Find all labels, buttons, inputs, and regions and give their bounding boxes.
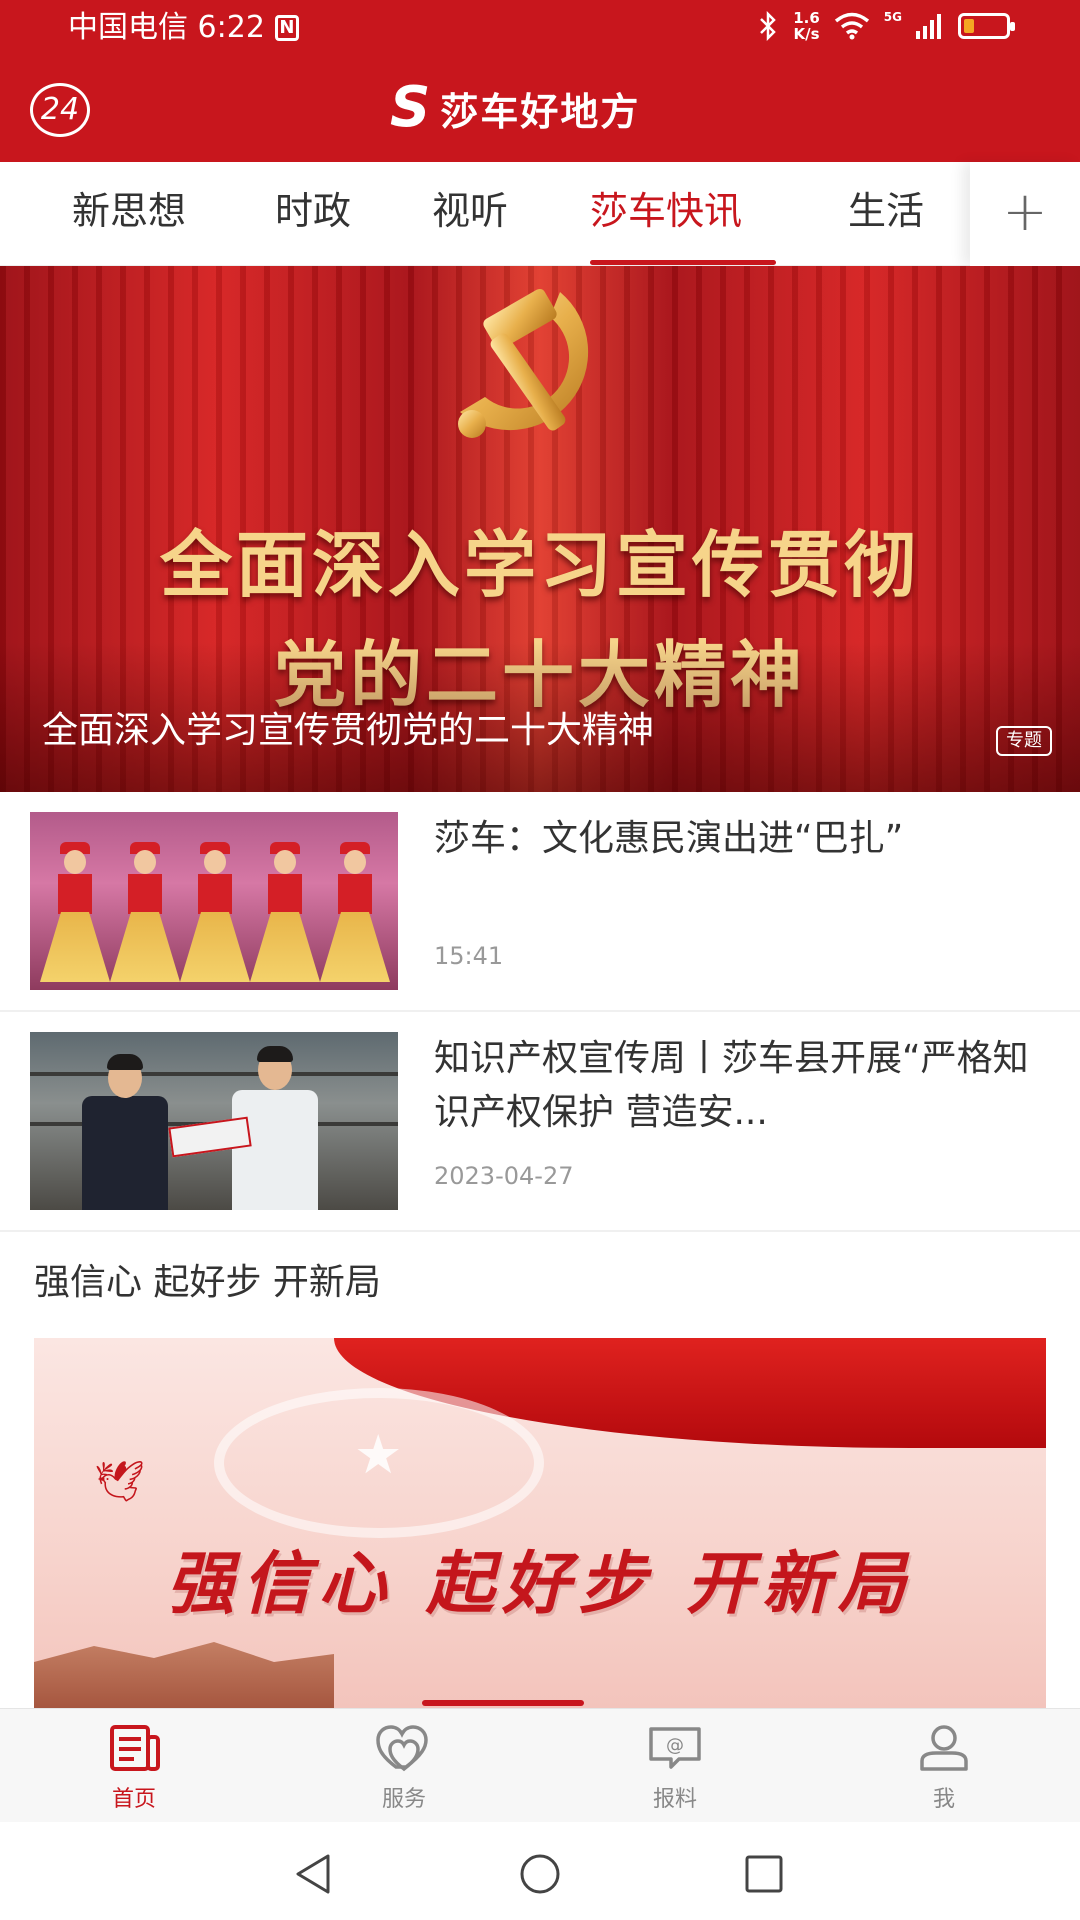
dancer-figure: [250, 840, 320, 990]
network-speed: 1.6 K/s: [793, 10, 820, 42]
status-left: 中国电信 6:22 N: [68, 10, 299, 46]
system-nav-bar: [0, 1822, 1080, 1920]
dancer-figure: [40, 840, 110, 990]
hero-banner[interactable]: 全面深入学习宣传贯彻 党的二十大精神 全面深入学习宣传贯彻党的二十大精神 专题: [0, 266, 1080, 792]
star-icon: ★: [354, 1423, 403, 1486]
network-type: 5G: [883, 10, 902, 24]
shop-visit-image: [30, 1032, 398, 1210]
news-title: 知识产权宣传周丨莎车县开展“严格知识产权保护 营造安...: [434, 1038, 1029, 1133]
nav-report[interactable]: @ 报料: [605, 1723, 745, 1813]
news-icon: [110, 1725, 160, 1771]
section-banner[interactable]: ★ 🕊 强信心 起好步 开新局: [34, 1338, 1046, 1710]
banner-slogan: 强信心 起好步 开新局: [166, 1544, 914, 1624]
svg-text:@: @: [666, 1735, 684, 1756]
news-item[interactable]: 莎车：文化惠民演出进“巴扎” 15:41: [0, 792, 1080, 1012]
section-title[interactable]: 强信心 起好步 开新局: [34, 1258, 381, 1308]
news-title: 莎车：文化惠民演出进“巴扎”: [434, 818, 904, 859]
nav-label: 报料: [652, 1787, 697, 1812]
hero-headline-line1: 全面深入学习宣传贯彻: [159, 522, 920, 607]
app-header: 24 S 莎车好地方: [0, 56, 1080, 162]
status-right: 1.6 K/s 5G: [757, 10, 1015, 42]
add-channel-button[interactable]: +: [970, 162, 1080, 266]
topic-badge: 专题: [996, 726, 1052, 756]
great-wall-image: [34, 1642, 334, 1710]
tab-xinsixiang[interactable]: 新思想: [72, 186, 186, 236]
news-thumbnail: [30, 812, 398, 990]
nav-label: 我: [932, 1787, 955, 1812]
carousel-indicator: [422, 1700, 584, 1706]
24-hour-button[interactable]: 24: [30, 83, 90, 137]
nav-label: 首页: [111, 1787, 156, 1812]
tab-shizheng[interactable]: 时政: [275, 186, 351, 236]
user-icon: [920, 1725, 968, 1771]
signal-icon: [916, 14, 941, 39]
wifi-icon: [834, 12, 869, 40]
dancer-figure: [180, 840, 250, 990]
battery-icon: [958, 13, 1015, 39]
channel-tab-bar: 新思想 时政 视听 莎车快讯 生活 +: [0, 162, 1080, 266]
app-title: 莎车好地方: [440, 89, 641, 134]
nav-me[interactable]: 我: [874, 1723, 1014, 1813]
status-bar: 中国电信 6:22 N 1.6 K/s 5G: [0, 0, 1080, 56]
nfc-icon: N: [274, 15, 299, 41]
news-time: 15:41: [434, 942, 504, 970]
speed-unit: K/s: [793, 25, 820, 43]
nav-service[interactable]: 服务: [334, 1723, 474, 1813]
home-circle-icon[interactable]: [518, 1852, 562, 1896]
tab-shenghuo[interactable]: 生活: [848, 186, 924, 236]
bottom-nav: 首页 服务 @ 报料 我: [0, 1708, 1080, 1822]
news-thumbnail: [30, 1032, 398, 1210]
news-item[interactable]: 知识产权宣传周丨莎车县开展“严格知识产权保护 营造安... 2023-04-27: [0, 1012, 1080, 1232]
app-logo: S 莎车好地方: [390, 78, 640, 138]
tab-shiting[interactable]: 视听: [432, 186, 508, 236]
battery-fill: [964, 19, 974, 33]
recents-icon[interactable]: [742, 1852, 786, 1896]
dove-icon: 🕊: [94, 1459, 145, 1505]
nav-home[interactable]: 首页: [64, 1723, 204, 1813]
dancers-image: [30, 812, 398, 990]
news-time: 2023-04-27: [434, 1162, 574, 1190]
logo-mark-icon: S: [390, 75, 431, 140]
person-figure: [70, 1050, 180, 1210]
heart-icon: [376, 1725, 428, 1772]
dancer-figure: [110, 840, 180, 990]
party-emblem-icon: [458, 288, 589, 438]
bluetooth-icon: [760, 11, 776, 41]
report-icon: @: [649, 1727, 701, 1769]
tab-shache-kuaixun[interactable]: 莎车快讯: [590, 186, 742, 236]
back-icon[interactable]: [292, 1852, 336, 1896]
dancer-figure: [320, 840, 390, 990]
speed-value: 1.6: [793, 9, 820, 27]
hero-caption: 全面深入学习宣传贯彻党的二十大精神: [42, 710, 655, 751]
active-tab-indicator: [590, 260, 776, 265]
carrier-time: 中国电信 6:22: [68, 10, 265, 45]
nav-label: 服务: [381, 1787, 426, 1812]
